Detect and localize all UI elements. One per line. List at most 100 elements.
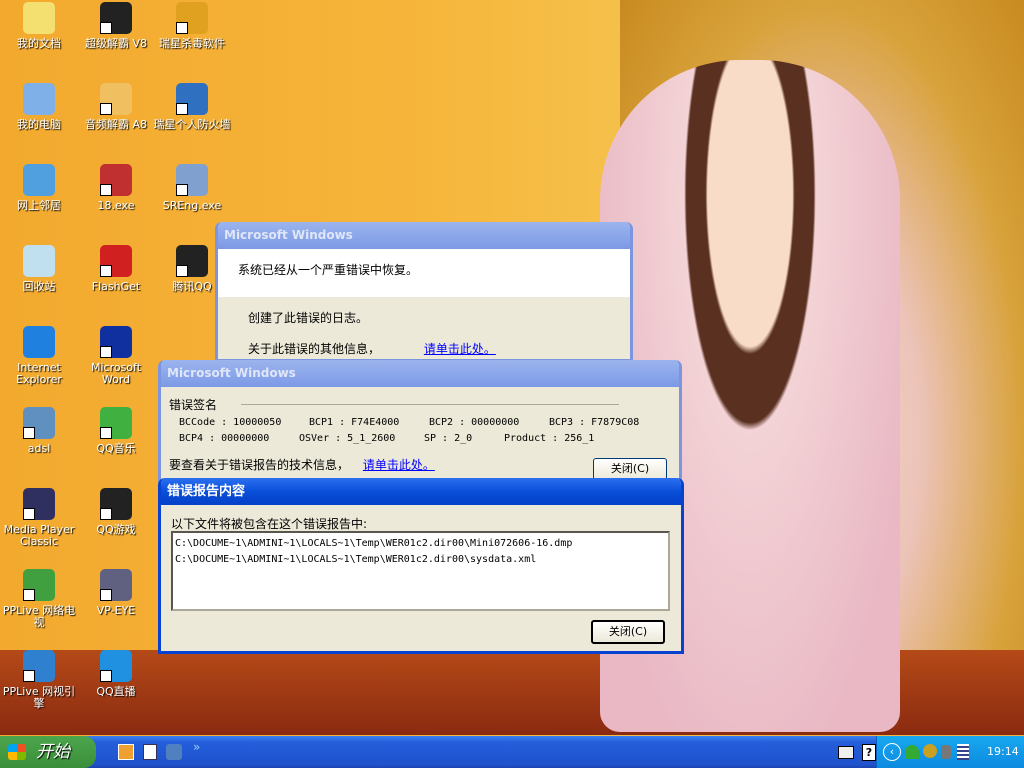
chevron-left-icon[interactable]: ‹ bbox=[883, 743, 901, 761]
signature-field: SP : 2_0 bbox=[424, 433, 473, 444]
app-icon bbox=[100, 245, 132, 277]
app-icon bbox=[23, 326, 55, 358]
desktop-icon[interactable]: adsl bbox=[0, 407, 78, 455]
signature-field: BCP1 : F74E4000 bbox=[309, 417, 400, 428]
tech-info-link[interactable]: 请单击此处。 bbox=[363, 458, 435, 472]
desktop-icon[interactable]: Media Player Classic bbox=[0, 488, 78, 548]
help-icon[interactable]: ? bbox=[862, 744, 876, 761]
media-player-quicklaunch-icon[interactable] bbox=[118, 744, 134, 760]
app-icon bbox=[176, 83, 208, 115]
desktop-icon[interactable]: SREng.exe bbox=[153, 164, 231, 212]
clock[interactable]: 19:14 bbox=[987, 736, 1019, 768]
desktop-icon[interactable]: 回收站 bbox=[0, 245, 78, 293]
file-item: C:\DOCUME~1\ADMINI~1\LOCALS~1\Temp\WER01… bbox=[175, 538, 573, 549]
antivirus-icon[interactable] bbox=[923, 744, 937, 758]
tech-info-text: 要查看关于错误报告的技术信息， bbox=[169, 458, 350, 472]
file-item: C:\DOCUME~1\ADMINI~1\LOCALS~1\Temp\WER01… bbox=[175, 554, 537, 565]
system-tray: ‹ 19:14 bbox=[876, 736, 1024, 768]
desktop-icon-label: 回收站 bbox=[22, 280, 56, 293]
app-icon bbox=[100, 407, 132, 439]
dialog-title: Microsoft Windows bbox=[218, 222, 630, 249]
app-icon bbox=[23, 650, 55, 682]
desktop-icon[interactable]: 音频解霸 A8 bbox=[77, 83, 155, 131]
desktop-icon-label: PPLive 网视引擎 bbox=[2, 685, 76, 710]
start-button[interactable]: 开始 bbox=[0, 736, 96, 768]
app-icon bbox=[23, 569, 55, 601]
app-icon bbox=[100, 83, 132, 115]
signature-field: BCP4 : 00000000 bbox=[179, 433, 270, 444]
log-created-text: 创建了此错误的日志。 bbox=[248, 311, 369, 325]
app-icon bbox=[100, 650, 132, 682]
desktop-icon[interactable]: 超级解霸 V8 bbox=[77, 2, 155, 50]
desktop-icon[interactable]: VP-EYE bbox=[77, 569, 155, 617]
dialog-title: Microsoft Windows bbox=[161, 360, 679, 387]
desktop-icon-label: 音频解霸 A8 bbox=[84, 118, 148, 131]
desktop-icon[interactable]: 我的文档 bbox=[0, 2, 78, 50]
more-info-link[interactable]: 请单击此处。 bbox=[424, 342, 496, 356]
app-icon bbox=[100, 569, 132, 601]
network-icon[interactable] bbox=[905, 745, 919, 759]
desktop-icon[interactable]: Internet Explorer bbox=[0, 326, 78, 386]
close-button[interactable]: 关闭(C) bbox=[591, 620, 665, 644]
app-icon bbox=[23, 83, 55, 115]
more-info-text: 关于此错误的其他信息， bbox=[248, 342, 381, 356]
app-icon bbox=[23, 407, 55, 439]
file-list[interactable]: C:\DOCUME~1\ADMINI~1\LOCALS~1\Temp\WER01… bbox=[171, 531, 670, 611]
app-icon bbox=[100, 164, 132, 196]
show-desktop-icon[interactable] bbox=[143, 744, 157, 760]
desktop-icon-label: 我的电脑 bbox=[17, 118, 61, 131]
desktop-icon-label: 瑞星个人防火墙 bbox=[153, 118, 231, 131]
dialog-message: 系统已经从一个严重错误中恢复。 bbox=[218, 249, 630, 297]
desktop-icon-label: SREng.exe bbox=[162, 199, 222, 212]
desktop-icon[interactable]: FlashGet bbox=[77, 245, 155, 293]
desktop-icon[interactable]: 瑞星杀毒软件 bbox=[153, 2, 231, 50]
desktop-icon-label: QQ音乐 bbox=[96, 442, 136, 455]
signature-field: OSVer : 5_1_2600 bbox=[299, 433, 396, 444]
close-button[interactable]: 关闭(C) bbox=[593, 458, 667, 479]
error-signature-dialog: Microsoft Windows 错误签名 BCCode : 10000050… bbox=[158, 360, 682, 482]
desktop-icon-label: 18.exe bbox=[97, 199, 135, 212]
quicklaunch-more-button[interactable]: » bbox=[193, 740, 200, 754]
app-icon bbox=[23, 164, 55, 196]
signature-field: BCCode : 10000050 bbox=[179, 417, 282, 428]
desktop-icon[interactable]: 18.exe bbox=[77, 164, 155, 212]
app-icon bbox=[176, 245, 208, 277]
volume-icon[interactable] bbox=[941, 745, 951, 759]
desktop-icon[interactable]: 网上邻居 bbox=[0, 164, 78, 212]
start-label: 开始 bbox=[36, 742, 70, 762]
signature-field: BCP3 : F7879C08 bbox=[549, 417, 640, 428]
intro-text: 以下文件将被包含在这个错误报告中: bbox=[171, 517, 368, 531]
desktop-icon-label: adsl bbox=[27, 442, 51, 455]
divider bbox=[241, 404, 619, 405]
app-icon bbox=[100, 488, 132, 520]
desktop-icon-label: 网上邻居 bbox=[17, 199, 61, 212]
desktop-icon-label: QQ直播 bbox=[96, 685, 136, 698]
desktop-icon-label: Internet Explorer bbox=[16, 361, 62, 386]
signature-field: BCP2 : 00000000 bbox=[429, 417, 520, 428]
desktop-icon-label: Media Player Classic bbox=[3, 523, 75, 548]
section-label: 错误签名 bbox=[169, 398, 218, 412]
desktop-icon[interactable]: QQ游戏 bbox=[77, 488, 155, 536]
dialog-title: 错误报告内容 bbox=[161, 478, 681, 505]
desktop-icon-label: 瑞星杀毒软件 bbox=[159, 37, 225, 50]
desktop-icon[interactable]: PPLive 网络电视 bbox=[0, 569, 78, 629]
desktop-icon[interactable]: QQ直播 bbox=[77, 650, 155, 698]
app-icon bbox=[23, 245, 55, 277]
desktop-icon[interactable]: Microsoft Word bbox=[77, 326, 155, 386]
quicklaunch-app-icon[interactable] bbox=[166, 744, 182, 760]
desktop-icon[interactable]: QQ音乐 bbox=[77, 407, 155, 455]
app-icon bbox=[100, 326, 132, 358]
app-icon bbox=[23, 2, 55, 34]
desktop-icon[interactable]: PPLive 网视引擎 bbox=[0, 650, 78, 710]
app-icon bbox=[100, 2, 132, 34]
app-icon bbox=[23, 488, 55, 520]
desktop-icon-label: Microsoft Word bbox=[90, 361, 142, 386]
keyboard-icon[interactable] bbox=[838, 746, 854, 759]
desktop-icon[interactable]: 瑞星个人防火墙 bbox=[153, 83, 231, 131]
signature-field: Product : 256_1 bbox=[504, 433, 595, 444]
app-icon bbox=[176, 164, 208, 196]
desktop-icon-label: 超级解霸 V8 bbox=[84, 37, 148, 50]
desktop-icon-label: FlashGet bbox=[91, 280, 141, 293]
firewall-icon[interactable] bbox=[957, 744, 969, 760]
desktop-icon[interactable]: 我的电脑 bbox=[0, 83, 78, 131]
